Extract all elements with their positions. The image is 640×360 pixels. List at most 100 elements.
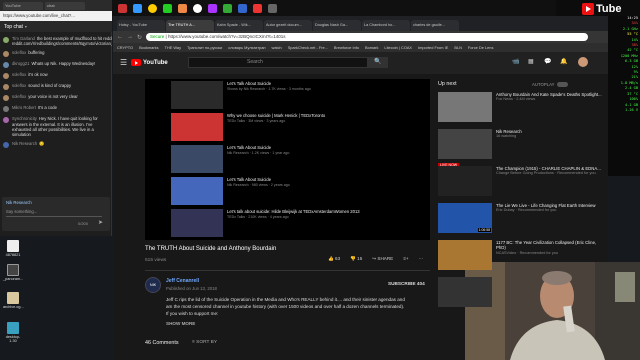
avatar[interactable] — [3, 95, 9, 102]
search-input[interactable]: Search — [188, 57, 368, 68]
browser-tab[interactable]: Autor gezeit docum... — [264, 20, 312, 31]
avatar[interactable] — [3, 117, 9, 124]
bookmark-item[interactable]: SparkCheck.net - Fre... — [288, 45, 328, 50]
app-icon[interactable] — [178, 3, 187, 13]
related-video-item[interactable]: Let's Talk About Suicide Nik Research · 9… — [171, 177, 421, 205]
chat-header[interactable]: Top chat ▾ — [0, 21, 112, 32]
up-next-item[interactable]: LIVE NOW Nik Research 16 watching — [438, 129, 606, 167]
app-icon[interactable] — [238, 3, 247, 13]
search-icon[interactable]: 🔍 — [368, 57, 388, 68]
autoplay-toggle[interactable] — [557, 82, 568, 87]
chat-text: sound is kind of crappy — [28, 83, 72, 89]
bookmark-item[interactable]: BLN — [454, 45, 462, 50]
account-avatar[interactable] — [578, 57, 588, 67]
browser-tab[interactable]: The TRUTH A... — [166, 20, 214, 31]
app-icon[interactable] — [208, 3, 217, 13]
related-video-item[interactable]: Let's talk about suicide: Hilde Bleijwij… — [171, 209, 421, 237]
sort-comments-button[interactable]: ≡ SORT BY — [192, 340, 217, 345]
video-description: Jeff C rips the lid of the Suicide Opera… — [166, 297, 405, 317]
browser-tab-strip: Hotsy - YouTube The TRUTH A... Kahn Spade … — [113, 16, 608, 31]
more-actions-icon[interactable]: ⋯ — [419, 256, 424, 262]
show-more-button[interactable]: SHOW MORE — [166, 321, 195, 326]
app-icon[interactable] — [163, 3, 172, 13]
chat-window-address[interactable]: https://www.youtube.com/live_chat?... — [0, 11, 112, 21]
chat-author[interactable]: dkrogg21 — [12, 61, 29, 66]
bookmark-item[interactable]: Bomark — [365, 45, 378, 50]
chrome-icon[interactable] — [193, 3, 202, 13]
channel-avatar[interactable]: NIK — [145, 277, 161, 293]
related-video-item[interactable]: Why we choose suicide | Mark Henick | TE… — [171, 113, 421, 141]
save-to-playlist-icon[interactable]: ≡+ — [403, 256, 408, 262]
app-icon[interactable] — [268, 3, 277, 13]
app-icon[interactable] — [223, 3, 232, 13]
browser-tab[interactable]: Hotsy - YouTube — [117, 20, 165, 31]
bookmark-item[interactable]: CRYPTO — [117, 45, 133, 50]
back-icon[interactable]: ← — [117, 34, 123, 40]
avatar[interactable] — [3, 106, 9, 113]
related-video-meta: TEDx Talks · 3M views · 3 years ago — [227, 118, 286, 123]
desktop-icon[interactable]: _panoram... — [3, 264, 23, 281]
avatar[interactable] — [3, 37, 9, 43]
like-button[interactable]: 👍 63 — [328, 256, 340, 262]
avatar[interactable] — [3, 142, 9, 149]
messages-icon[interactable]: 💬 — [544, 58, 551, 65]
notifications-icon[interactable]: 🔔 — [560, 58, 567, 65]
app-icon[interactable] — [148, 3, 157, 13]
chat-author[interactable]: soleflox — [12, 83, 26, 88]
browser-tab[interactable]: La Chambord ho... — [362, 20, 410, 31]
bookmark-item[interactable]: watch — [272, 45, 282, 50]
address-bar[interactable]: Secure | https://www.youtube.com/watch?v… — [146, 33, 588, 41]
forward-icon[interactable]: → — [127, 34, 133, 40]
desktop-icon[interactable]: 4878821 — [3, 240, 23, 257]
bookmark-item[interactable]: Imported From IE — [418, 45, 448, 50]
bookmark-item[interactable]: Brewforce Info — [334, 45, 359, 50]
chat-author[interactable]: soleflox — [12, 72, 26, 77]
share-button[interactable]: ↪ SHARE — [372, 256, 393, 262]
menu-icon[interactable]: ☰ — [120, 58, 127, 67]
bookmark-item[interactable]: словарь Мультитран — [228, 45, 265, 50]
apps-icon[interactable]: ▦ — [528, 58, 534, 65]
chat-author[interactable]: soleflox — [12, 50, 26, 55]
avatar[interactable] — [3, 62, 9, 69]
up-next-item[interactable]: 1:06:58 The Lie We Live - Life Changing F… — [438, 203, 606, 233]
avatar[interactable] — [3, 84, 9, 91]
reload-icon[interactable]: ↻ — [137, 34, 142, 41]
browser-tab[interactable]: charles de gaulle... — [411, 20, 459, 31]
related-video-item[interactable]: Let's Talk About Suicide Shows by Nik Res… — [171, 81, 421, 109]
up-next-item[interactable]: The Champion (1915) - CHARLIE CHAPLIN & … — [438, 166, 606, 196]
chat-author[interactable]: Mikro Robert — [12, 105, 36, 110]
channel-name[interactable]: Jeff Cenanrell — [166, 278, 199, 284]
chat-message-input[interactable]: Say something... — [6, 209, 102, 217]
chat-window-tab[interactable]: chat — [45, 1, 85, 10]
bookmark-item[interactable]: Bookmarks — [139, 45, 158, 50]
system-stat: 1.26 V — [625, 107, 638, 112]
app-icon[interactable] — [133, 3, 142, 13]
subscribe-button[interactable]: SUBSCRIBE 404 — [388, 281, 425, 286]
view-count: 515 views — [145, 258, 167, 263]
chat-author[interactable]: soleflox — [12, 94, 26, 99]
up-next-item[interactable]: 1177 BC: The Year Civilization Collapsed… — [438, 240, 606, 270]
related-video-text: Let's Talk About Suicide Nik Research · 9… — [227, 177, 290, 205]
avatar[interactable] — [3, 51, 9, 58]
send-icon[interactable]: ➤ — [98, 219, 103, 226]
browser-tab[interactable]: Douglas Nash Ga... — [313, 20, 361, 31]
app-icon[interactable] — [118, 3, 127, 13]
desktop-icon[interactable]: desktop-1.30 — [3, 322, 23, 343]
youtube-logo[interactable]: YouTube — [131, 59, 168, 66]
bookmark-item[interactable]: THE Way — [165, 45, 182, 50]
desktop-icon[interactable]: archive.og... — [3, 292, 24, 309]
create-video-icon[interactable]: 📹 — [512, 58, 519, 65]
app-icon[interactable] — [253, 3, 262, 13]
related-video-item[interactable]: Let's Talk About Suicide Nik Research · 1… — [171, 145, 421, 173]
browser-tab[interactable]: Kahn Spade - Wik... — [215, 20, 263, 31]
dislike-button[interactable]: 👎 15 — [350, 256, 362, 262]
up-next-item[interactable]: Anthony Bourdain And Kate Spade's Deaths… — [438, 92, 606, 122]
bookmark-item[interactable]: Force De Lens — [468, 45, 494, 50]
bookmark-item[interactable]: Litecoin | COAX — [384, 45, 412, 50]
chat-compose-author: Nik Research — [6, 200, 32, 205]
avatar[interactable] — [3, 73, 9, 80]
chat-window-tab[interactable]: YouTube — [3, 1, 43, 10]
chat-author[interactable]: Nik Research — [12, 141, 37, 146]
bookmark-item[interactable]: Транслит по-русски — [187, 45, 222, 50]
up-next-item[interactable] — [438, 277, 606, 307]
